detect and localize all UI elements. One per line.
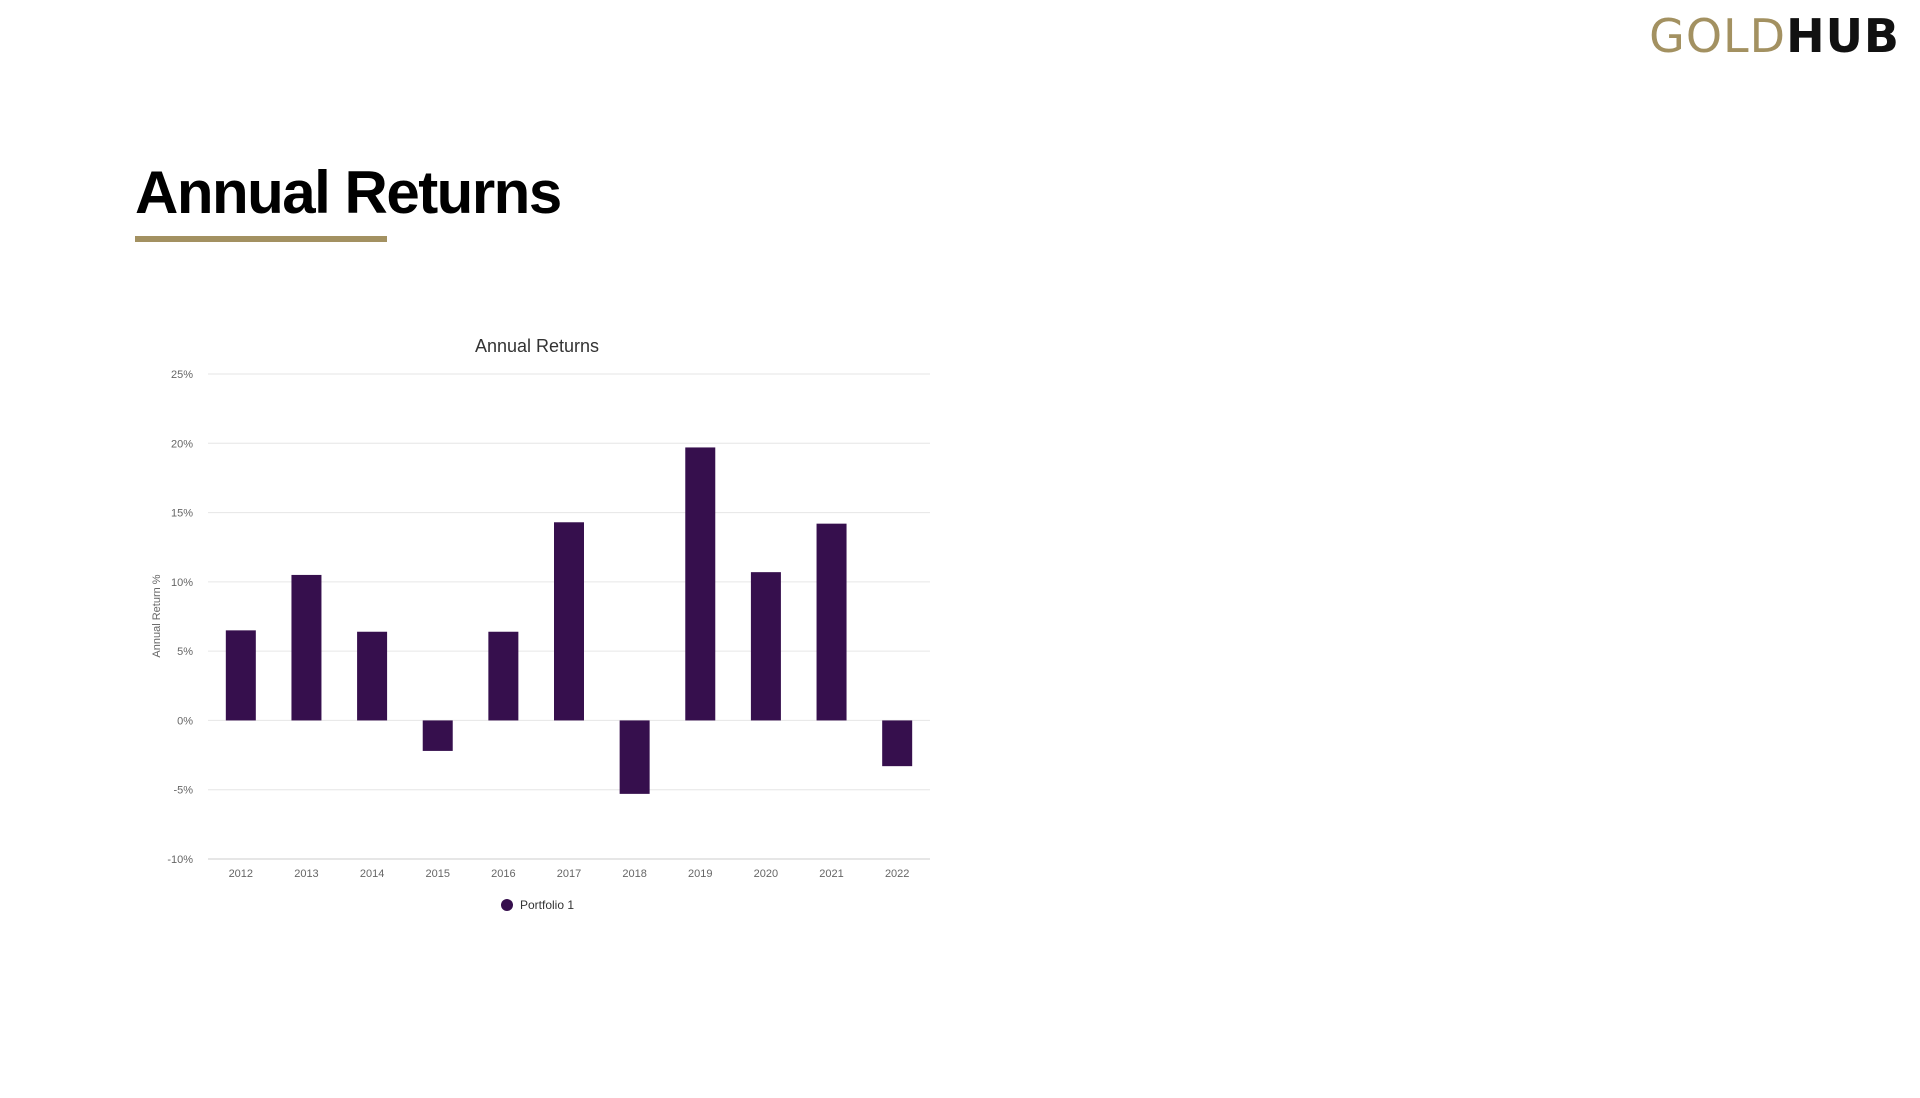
y-tick-label: -10% [167,854,193,866]
bar-2013[interactable] [291,574,322,721]
y-tick-label: 10% [171,577,193,589]
x-tick-label: 2012 [229,868,253,880]
bar-2021[interactable] [816,523,847,721]
bar-2017[interactable] [554,522,584,721]
y-tick-label: 15% [171,508,193,520]
legend-marker [501,899,513,911]
x-tick-label: 2020 [754,868,778,880]
x-tick-label: 2016 [491,868,515,880]
bar-2016[interactable] [488,631,519,721]
legend: Portfolio 1 [501,898,574,912]
y-tick-label: 25% [171,369,193,381]
x-tick-label: 2014 [360,868,384,880]
chart-title: Annual Returns [475,336,599,356]
bar-2015[interactable] [422,720,453,751]
y-tick-label: 5% [177,646,193,658]
x-tick-label: 2021 [819,868,843,880]
x-tick-label: 2019 [688,868,712,880]
x-tick-label: 2018 [622,868,646,880]
bar-2018[interactable] [619,720,650,794]
y-tick-label: 0% [177,715,193,727]
x-tick-label: 2013 [294,868,318,880]
bar-2014[interactable] [357,631,388,721]
bar-2022[interactable] [882,720,913,767]
legend-label[interactable]: Portfolio 1 [520,898,574,912]
x-tick-label: 2022 [885,868,909,880]
bar-2012[interactable] [225,630,256,721]
x-tick-label: 2017 [557,868,581,880]
bar-2020[interactable] [750,572,781,721]
annual-returns-chart: -10% -5% 0% 5% 10% 15% 20% 25% 2012 2013 2014 2015 2… [151,336,930,912]
bar-2019[interactable] [685,447,716,721]
y-axis-label: Annual Return % [151,574,163,657]
y-tick-label: 20% [171,438,193,450]
x-tick-label: 2015 [425,868,449,880]
y-tick-label: -5% [173,785,193,797]
